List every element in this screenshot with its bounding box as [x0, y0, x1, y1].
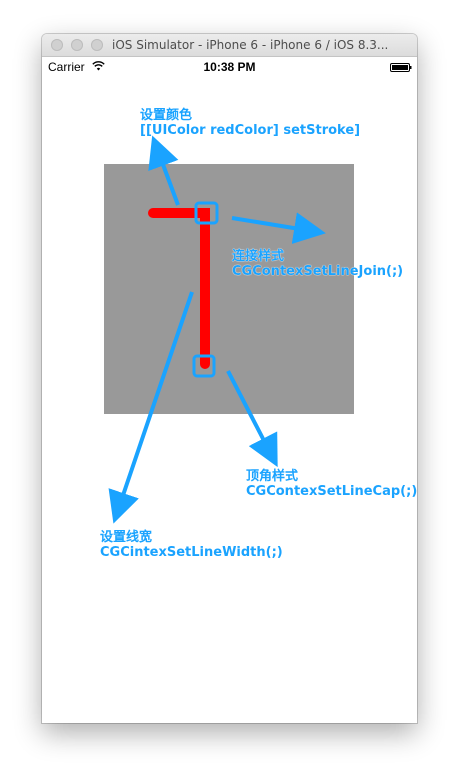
set-color-title: 设置颜色	[140, 108, 193, 123]
line-width-code: CGCintexSetLineWidth(;)	[100, 545, 283, 560]
color-arrow	[148, 135, 180, 206]
cap-arrow	[226, 370, 278, 468]
join-arrow	[231, 212, 326, 244]
line-width-annotation: 设置线宽 CGCintexSetLineWidth(;)	[100, 530, 283, 560]
set-color-code: [[UIColor redColor] setStroke]	[140, 123, 361, 138]
line-join-annotation: 连接样式 CGContexSetLineJoin(;)	[232, 249, 403, 279]
line-cap-title: 顶角样式	[246, 469, 299, 484]
set-color-annotation: 设置颜色 [[UIColor redColor] setStroke]	[140, 108, 360, 138]
width-arrow	[108, 291, 194, 524]
red-stroke-path	[148, 208, 210, 369]
line-join-title: 连接样式	[232, 249, 285, 264]
drawing-canvas: 设置颜色 [[UIColor redColor] setStroke] 连接样式…	[0, 0, 459, 773]
line-cap-code: CGContexSetLineCap(;)	[246, 484, 418, 499]
line-cap-annotation: 顶角样式 CGContexSetLineCap(;)	[246, 469, 417, 499]
line-join-code: CGContexSetLineJoin(;)	[232, 264, 404, 279]
line-width-title: 设置线宽	[100, 530, 153, 545]
